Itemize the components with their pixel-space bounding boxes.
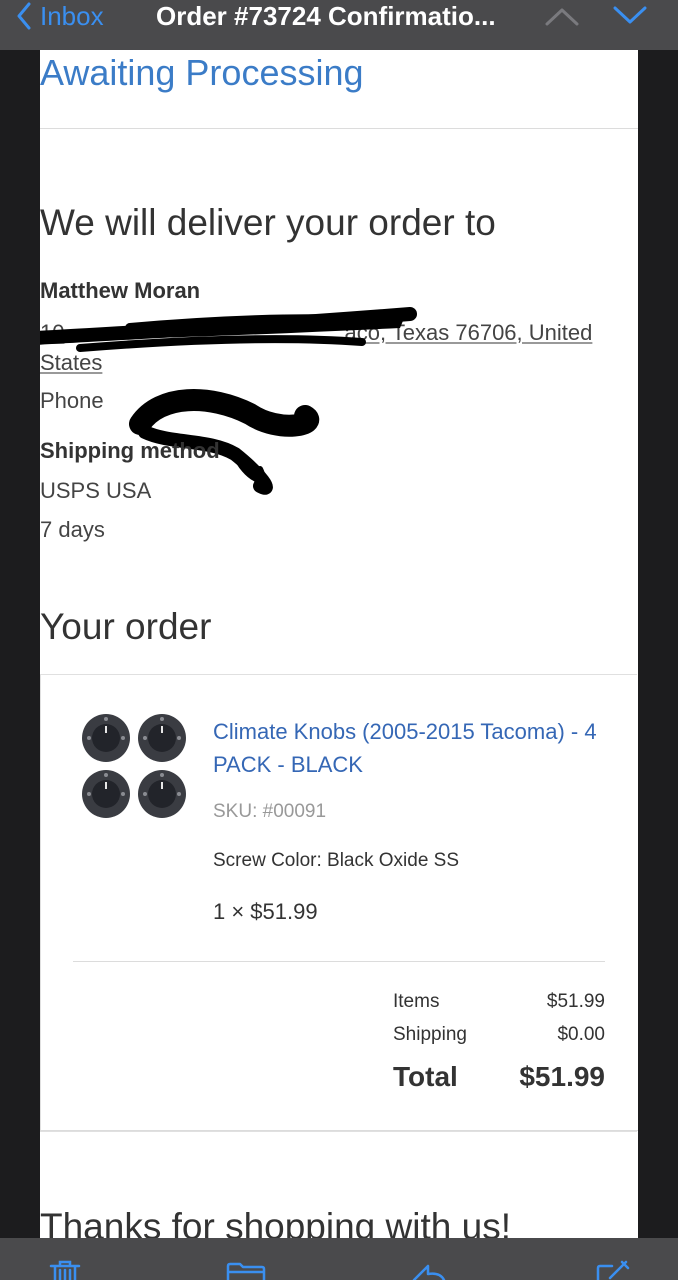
- right-margin: [638, 50, 678, 1238]
- divider: [40, 1130, 638, 1131]
- chevron-up-icon[interactable]: [544, 4, 580, 28]
- back-label: Inbox: [40, 0, 104, 31]
- divider: [73, 961, 605, 962]
- chevron-down-icon[interactable]: [612, 4, 648, 28]
- total-label: Total: [393, 1061, 458, 1092]
- shipping-time-value: 7 days: [40, 517, 105, 542]
- shipping-value: $0.00: [557, 1024, 605, 1045]
- redaction-scribble: [40, 307, 417, 495]
- product-image[interactable]: [81, 713, 189, 821]
- shipping-method-title: Shipping method: [40, 438, 220, 463]
- compose-icon[interactable]: [594, 1260, 630, 1280]
- items-value: $51.99: [546, 991, 605, 1012]
- product-name-link[interactable]: Climate Knobs (2005-2015 Tacoma) - 4 PAC…: [213, 715, 613, 781]
- back-to-inbox-button[interactable]: Inbox: [16, 0, 104, 32]
- product-sku: SKU: #00091: [213, 801, 327, 822]
- items-label: Items: [393, 991, 440, 1012]
- navigation-bar: Inbox Order #73724 Confirmatio...: [0, 0, 678, 50]
- your-order-heading: Your order: [40, 606, 212, 647]
- email-subject-title: Order #73724 Confirmatio...: [156, 0, 496, 31]
- folder-icon[interactable]: [226, 1260, 266, 1280]
- bottom-toolbar: [0, 1238, 678, 1280]
- order-summary-card: Climate Knobs (2005-2015 Tacoma) - 4 PAC…: [40, 674, 637, 1132]
- left-margin: [0, 50, 40, 1238]
- quantity-price: 1 × $51.99: [213, 899, 318, 924]
- customer-name: Matthew Moran: [40, 278, 201, 303]
- total-value: $51.99: [519, 1061, 605, 1092]
- chevron-left-icon: [17, 2, 31, 30]
- order-status: Awaiting Processing: [40, 52, 364, 93]
- email-body[interactable]: Awaiting Processing We will deliver your…: [40, 50, 638, 1238]
- reply-icon[interactable]: [410, 1260, 446, 1280]
- product-option: Screw Color: Black Oxide SS: [213, 850, 460, 871]
- shipping-method-value: USPS USA: [40, 478, 152, 503]
- thanks-message: Thanks for shopping with us!: [40, 1206, 511, 1238]
- divider: [40, 128, 638, 129]
- trash-icon[interactable]: [48, 1260, 82, 1280]
- shipping-label: Shipping: [393, 1024, 467, 1045]
- delivery-heading: We will deliver your order to: [40, 202, 496, 243]
